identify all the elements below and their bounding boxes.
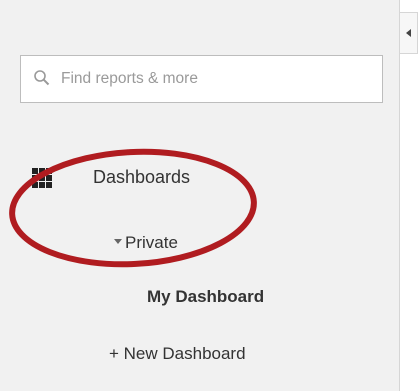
new-dashboard-link[interactable]: + New Dashboard: [109, 344, 246, 364]
search-icon: [34, 70, 50, 86]
search-input[interactable]: [57, 56, 377, 102]
grid-icon: [32, 168, 52, 188]
sidebar: Dashboards Private My Dashboard + New Da…: [0, 0, 400, 391]
search-box[interactable]: [20, 55, 383, 103]
chevron-left-icon: [406, 29, 411, 37]
private-label: Private: [125, 233, 178, 252]
sidebar-item-my-dashboard[interactable]: My Dashboard: [147, 287, 264, 307]
sidebar-item-dashboards[interactable]: Dashboards: [30, 162, 230, 198]
caret-down-icon: [114, 239, 122, 245]
sidebar-item-private[interactable]: Private: [114, 233, 178, 257]
dashboards-label: Dashboards: [93, 167, 191, 187]
collapse-sidebar-button[interactable]: [400, 12, 418, 54]
